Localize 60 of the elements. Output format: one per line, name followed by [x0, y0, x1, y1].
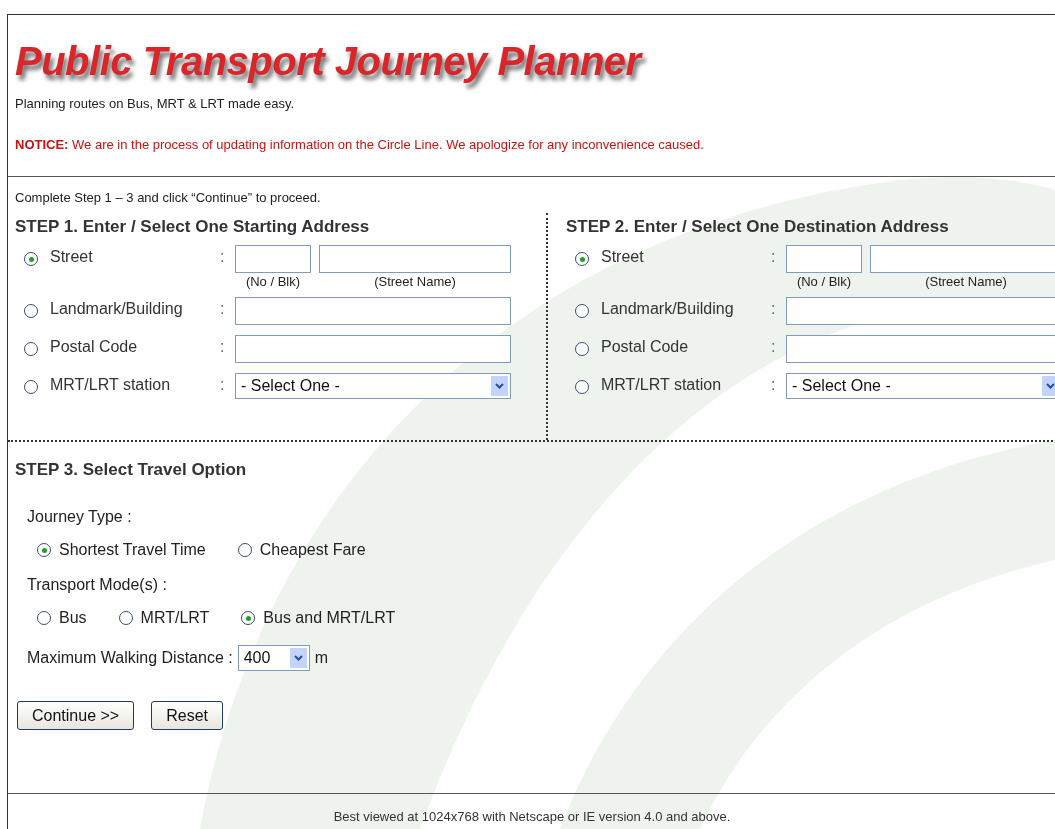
input-field[interactable]	[319, 245, 511, 273]
tagline: Planning routes on Bus, MRT & LRT made easy.	[15, 96, 295, 111]
colon-separator: :	[771, 299, 777, 318]
page-title: Public Transport Journey Planner	[15, 39, 641, 84]
colon-separator: :	[771, 337, 777, 356]
option-label: MRT/LRT	[140, 609, 210, 627]
footer-text: Best viewed at 1024x768 with Netscape or IE version 4.0 and above.	[333, 809, 731, 824]
question-label: Maximum Walking Distance :	[27, 649, 233, 667]
step-heading: STEP 2. Enter / Select One Destination Address	[566, 217, 949, 237]
option-label: Landmark/Building	[601, 299, 735, 318]
station-dropdown[interactable]: - Select One -	[235, 373, 511, 399]
input-field[interactable]	[235, 245, 311, 273]
option-label: Shortest Travel Time	[59, 541, 206, 559]
step-heading: STEP 1. Enter / Select One Starting Address	[15, 217, 370, 237]
colon-separator: :	[771, 247, 777, 266]
colon-separator: :	[220, 299, 226, 318]
option-label: Cheapest Fare	[259, 541, 366, 559]
option-label: Landmark/Building	[50, 299, 184, 318]
colon-separator: :	[220, 375, 226, 394]
notice-text: NOTICE: We are in the process of updating information on the Circle Line. We apologize for any inconvenience caused.	[15, 137, 704, 152]
radio-button[interactable]	[24, 252, 38, 266]
option-label: Street	[50, 247, 94, 266]
instruction-text: Complete Step 1 – 3 and click “Continue” to proceed.	[14, 189, 321, 205]
radio-button[interactable]	[118, 611, 133, 625]
option-label: Bus	[59, 609, 87, 627]
input-field[interactable]	[786, 335, 1055, 363]
input-field[interactable]	[786, 245, 862, 273]
radio-button[interactable]	[241, 611, 256, 625]
radio-button[interactable]	[37, 611, 51, 625]
field-hint: (Street Name)	[374, 274, 456, 289]
field-hint: (No / Blk)	[796, 274, 852, 289]
radio-button[interactable]	[237, 543, 252, 557]
option-label: Bus and MRT/LRT	[263, 609, 396, 627]
step-heading: STEP 3. Select Travel Option	[15, 460, 247, 480]
field-hint: (No / Blk)	[245, 274, 301, 289]
input-field[interactable]	[786, 297, 1055, 325]
distance-dropdown[interactable]: 400	[237, 645, 310, 671]
colon-separator: :	[220, 337, 226, 356]
colon-separator: :	[771, 375, 777, 394]
radio-button[interactable]	[37, 543, 51, 557]
input-field[interactable]	[235, 335, 511, 363]
option-label: MRT/LRT station	[50, 375, 172, 394]
radio-button[interactable]	[24, 304, 38, 318]
colon-separator: :	[220, 247, 226, 266]
option-label: MRT/LRT station	[601, 375, 723, 394]
radio-button[interactable]	[24, 380, 38, 394]
radio-button[interactable]	[24, 342, 38, 356]
question-label: Journey Type :	[27, 508, 132, 526]
radio-button[interactable]	[575, 252, 589, 266]
input-field[interactable]	[235, 297, 511, 325]
station-dropdown[interactable]: - Select One -	[786, 373, 1055, 399]
field-hint: (Street Name)	[925, 274, 1007, 289]
option-label: Postal Code	[601, 337, 690, 356]
form-button[interactable]: Continue >>	[17, 701, 135, 730]
question-label: Transport Mode(s) :	[27, 576, 167, 594]
input-field[interactable]	[870, 245, 1055, 273]
option-label: Street	[601, 247, 645, 266]
form-button[interactable]: Reset	[151, 701, 223, 730]
unit-label: m	[314, 649, 328, 667]
option-label: Postal Code	[50, 337, 139, 356]
